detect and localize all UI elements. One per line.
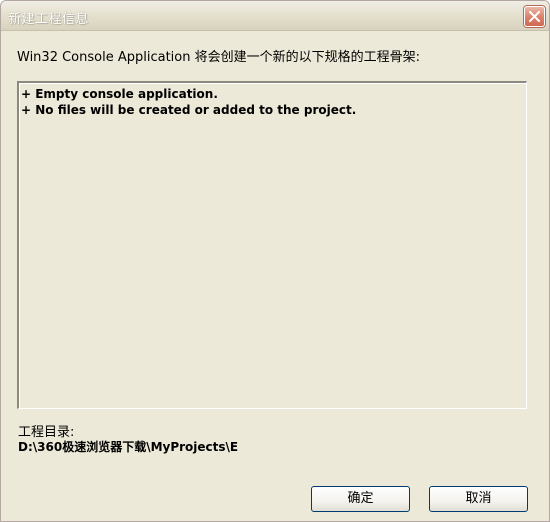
list-item: + No files will be created or added to t… — [21, 103, 357, 117]
cancel-button[interactable]: 取消 — [429, 486, 528, 512]
ok-button[interactable]: 确定 — [311, 486, 410, 512]
window-title: 新建工程信息 — [8, 12, 90, 27]
close-icon — [529, 11, 540, 22]
project-dir-path: D:\360极速浏览器下载\MyProjects\E — [18, 440, 239, 454]
close-button[interactable] — [524, 6, 545, 27]
spec-listbox[interactable]: + Empty console application. + No files … — [17, 81, 527, 409]
title-bar[interactable]: 新建工程信息 — [1, 1, 549, 31]
description-text: Win32 Console Application 将会创建一个新的以下规格的工… — [17, 50, 420, 65]
list-item: + Empty console application. — [21, 87, 218, 101]
dialog-window: 新建工程信息 Win32 Console Application 将会创建一个新… — [0, 0, 550, 522]
